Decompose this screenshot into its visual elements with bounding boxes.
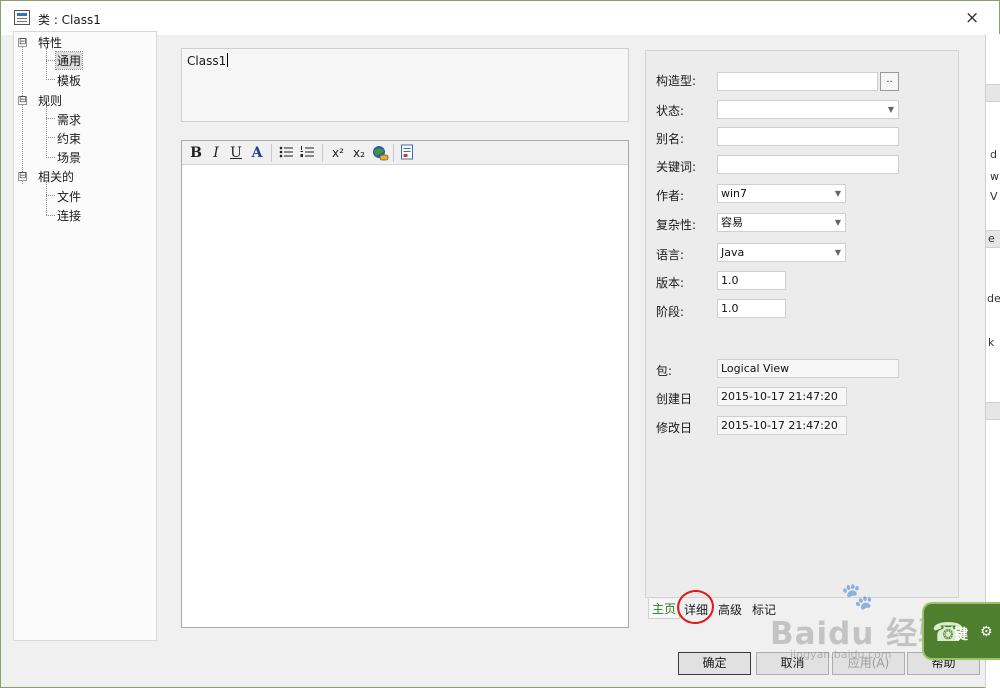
tree-node-constraints[interactable]: 约束	[57, 130, 81, 147]
category-tree: ⊟ 特性 通用 模板 ⊟ 规则 需求 约束 场景 ⊟ 相关的 文件 连接	[13, 31, 157, 641]
tree-node-properties[interactable]: 特性	[38, 34, 62, 51]
tree-node-links[interactable]: 连接	[57, 207, 81, 224]
text-caret	[227, 53, 229, 67]
chevron-down-icon: ▼	[834, 248, 841, 257]
window-title: 类 : Class1	[38, 13, 101, 27]
phase-label: 阶段:	[656, 305, 685, 319]
stereotype-field[interactable]	[717, 72, 878, 91]
complexity-label: 复杂性:	[656, 218, 697, 232]
tree-node-template[interactable]: 模板	[57, 72, 81, 89]
alias-field[interactable]	[717, 127, 899, 146]
bullet-list-button[interactable]	[278, 144, 294, 162]
language-combo[interactable]: Java ▼	[717, 243, 846, 262]
superscript-button[interactable]: x²	[330, 144, 346, 162]
close-icon[interactable]: ×	[965, 8, 979, 28]
version-field[interactable]: 1.0	[717, 271, 786, 290]
tree-node-rules[interactable]: 规则	[38, 92, 62, 109]
status-combo[interactable]: ▼	[717, 100, 899, 119]
italic-button[interactable]: I	[208, 144, 224, 162]
notes-editor[interactable]: B I U A x² x₂	[181, 140, 629, 628]
subscript-button[interactable]: x₂	[351, 144, 367, 162]
tree-node-scenarios[interactable]: 场景	[57, 149, 81, 166]
floating-shortcut-button[interactable]: ☎ 键 ⚙	[922, 602, 1000, 660]
tab-advanced[interactable]: 高级	[718, 601, 742, 618]
font-color-button[interactable]: A	[249, 144, 265, 162]
title-bar: 类 : Class1 ×	[1, 1, 999, 35]
tree-node-general[interactable]: 通用	[54, 51, 84, 70]
tree-node-files[interactable]: 文件	[57, 188, 81, 205]
complexity-combo[interactable]: 容易 ▼	[717, 213, 846, 232]
watermark-url: jingyan.baidu.com	[790, 648, 892, 661]
phase-field[interactable]: 1.0	[717, 299, 786, 318]
document-icon	[401, 144, 413, 160]
created-label: 创建日	[656, 392, 693, 406]
name-value: Class1	[187, 53, 229, 68]
collapse-icon[interactable]: ⊟	[18, 172, 27, 181]
tab-main[interactable]: 主页	[648, 599, 681, 619]
class-properties-icon	[14, 10, 30, 25]
underline-button[interactable]: U	[228, 144, 244, 162]
alias-label: 别名:	[656, 132, 685, 146]
package-label: 包:	[656, 364, 673, 378]
tree-node-related[interactable]: 相关的	[38, 168, 74, 185]
chevron-down-icon: ▼	[887, 105, 894, 114]
bold-button[interactable]: B	[188, 144, 204, 162]
insert-document-button[interactable]	[399, 144, 415, 162]
hyperlink-button[interactable]	[371, 144, 389, 162]
stereotype-browse-button[interactable]: ..	[880, 72, 899, 91]
ok-button[interactable]: 确定	[678, 652, 751, 675]
keywords-label: 关键词:	[656, 160, 697, 174]
language-label: 语言:	[656, 248, 685, 262]
modified-field: 2015-10-17 21:47:20	[717, 416, 847, 435]
collapse-icon[interactable]: ⊟	[18, 38, 27, 47]
chevron-down-icon: ▼	[834, 218, 841, 227]
chevron-down-icon: ▼	[834, 189, 841, 198]
background-window-strip: d w V e de k	[985, 34, 1000, 688]
package-field: Logical View	[717, 359, 899, 378]
notes-toolbar: B I U A x² x₂	[182, 141, 628, 165]
stereotype-label: 构造型:	[656, 74, 697, 88]
modified-label: 修改日	[656, 421, 693, 435]
numbered-list-button[interactable]	[299, 144, 315, 162]
version-label: 版本:	[656, 276, 685, 290]
tree-node-requirements[interactable]: 需求	[57, 111, 81, 128]
collapse-icon[interactable]: ⊟	[18, 96, 27, 105]
name-field[interactable]: Class1	[181, 48, 629, 122]
author-combo[interactable]: win7 ▼	[717, 184, 846, 203]
gear-icon: ⚙	[980, 624, 993, 640]
keywords-field[interactable]	[717, 155, 899, 174]
status-label: 状态:	[656, 104, 685, 118]
numbered-list-icon	[300, 146, 314, 157]
bullet-list-icon	[279, 146, 293, 158]
created-field: 2015-10-17 21:47:20	[717, 387, 847, 406]
author-label: 作者:	[656, 189, 685, 203]
globe-link-icon	[373, 146, 389, 161]
floating-button-label: 键	[954, 627, 968, 643]
